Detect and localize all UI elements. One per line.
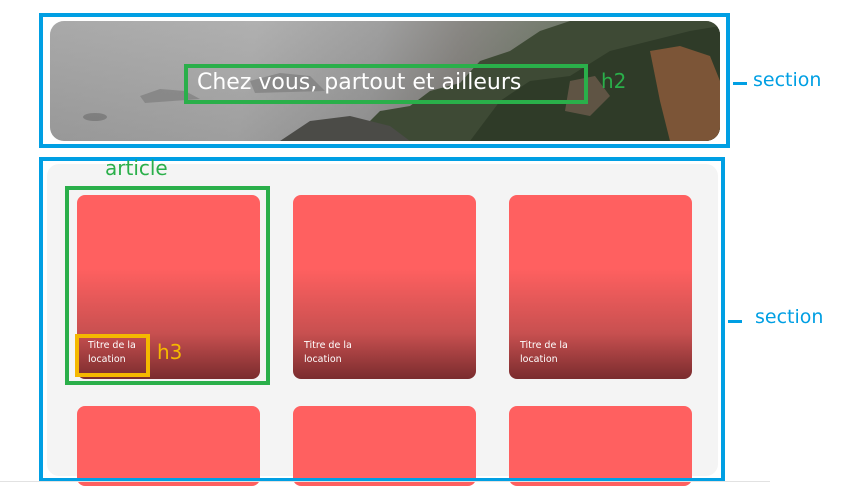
h3-annotation-box: [75, 334, 150, 377]
h3-annotation-label: h3: [157, 340, 183, 364]
section-bottom-label: section: [755, 306, 824, 328]
section-bottom-pointer: [728, 320, 742, 323]
h2-annotation-label: h2: [601, 69, 627, 93]
section-top-pointer: [733, 82, 747, 85]
h2-annotation-box: [184, 64, 588, 104]
section-top-label: section: [753, 69, 822, 91]
article-annotation-label: article: [105, 156, 168, 180]
page-divider: [0, 481, 770, 482]
